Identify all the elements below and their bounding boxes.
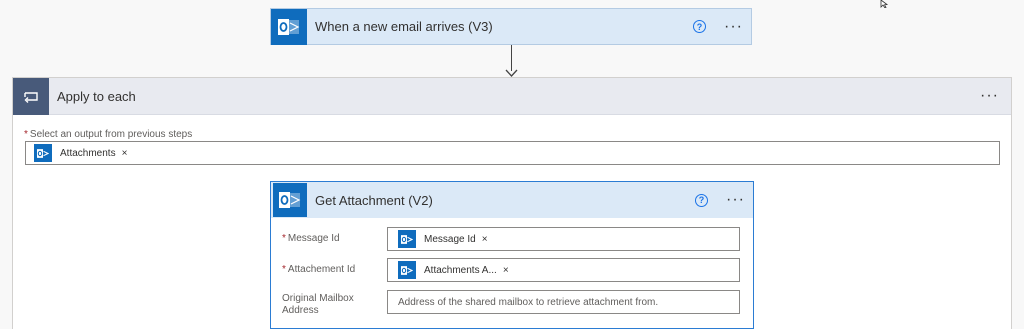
token-label: Attachments [60, 147, 116, 159]
original-mailbox-input[interactable]: Address of the shared mailbox to retriev… [387, 290, 740, 314]
required-marker: * [24, 129, 28, 140]
required-marker: * [282, 233, 286, 244]
required-marker: * [282, 264, 286, 275]
apply-to-each-header[interactable]: Apply to each ··· [13, 77, 1011, 115]
mouse-cursor-icon [880, 0, 889, 8]
get-attachment-card: Get Attachment (V2) ? ··· * Message Id Me… [270, 181, 754, 329]
outlook-icon [271, 8, 307, 45]
apply-to-each-title: Apply to each [57, 88, 136, 104]
help-icon[interactable]: ? [693, 20, 707, 33]
outlook-icon [34, 144, 52, 162]
message-id-label: * Message Id [282, 233, 340, 244]
select-output-label: * Select an output from previous steps [24, 129, 193, 140]
message-id-input[interactable]: Message Id × [387, 227, 740, 251]
remove-token-icon[interactable]: × [122, 148, 128, 159]
message-id-token[interactable]: Message Id × [398, 229, 488, 249]
loop-icon [13, 77, 49, 115]
input-placeholder: Address of the shared mailbox to retriev… [398, 296, 659, 308]
outlook-icon [398, 230, 416, 248]
help-icon[interactable]: ? [695, 193, 709, 207]
original-mailbox-label: Original Mailbox Address [282, 293, 354, 316]
attachment-id-label: * Attachement Id [282, 264, 356, 275]
token-label: Attachments A... [424, 264, 497, 276]
action-title: Get Attachment (V2) [315, 192, 433, 208]
select-output-input[interactable]: Attachments × [25, 141, 1000, 165]
get-attachment-header[interactable]: Get Attachment (V2) ? ··· [271, 182, 753, 218]
outlook-icon [273, 183, 307, 217]
remove-token-icon[interactable]: × [482, 234, 488, 245]
attachment-id-input[interactable]: Attachments A... × [387, 258, 740, 282]
more-options-icon[interactable]: ··· [980, 88, 999, 104]
more-options-icon[interactable]: ··· [726, 192, 745, 208]
trigger-card[interactable]: When a new email arrives (V3) ? ··· [270, 8, 752, 45]
outlook-icon [398, 261, 416, 279]
attachment-id-token[interactable]: Attachments A... × [398, 260, 509, 280]
token-label: Message Id [424, 233, 476, 245]
remove-token-icon[interactable]: × [503, 265, 509, 276]
more-options-icon[interactable]: ··· [724, 18, 743, 35]
attachments-token[interactable]: Attachments × [34, 143, 127, 163]
trigger-title: When a new email arrives (V3) [315, 19, 493, 34]
apply-to-each-container: Apply to each ··· * Select an output from… [12, 77, 1012, 329]
